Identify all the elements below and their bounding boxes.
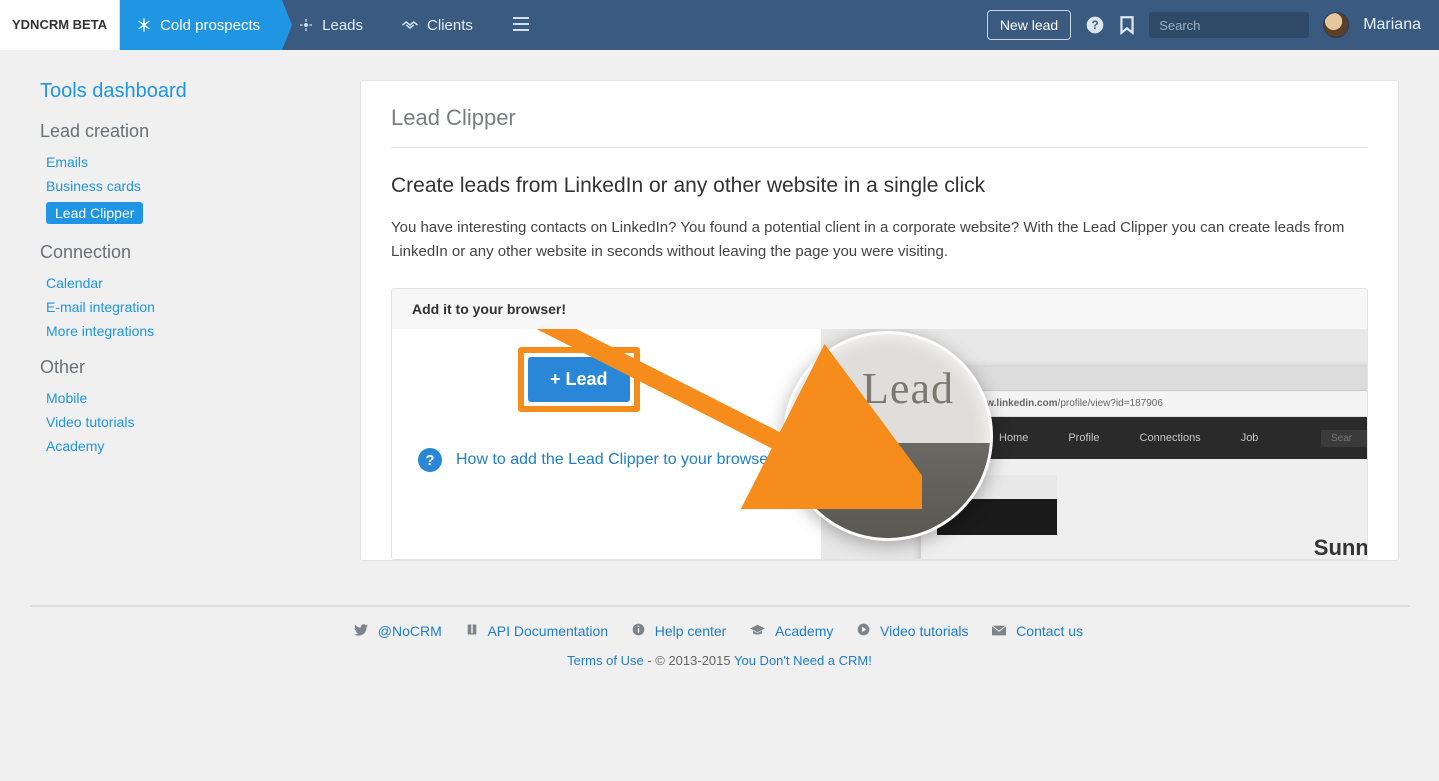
panel-body: + Lead ? How to add the Lead Clipper to …: [392, 329, 1367, 559]
li-profile-name: Sunny: [1314, 535, 1367, 559]
topnav-right: New lead ? Mariana: [987, 10, 1439, 40]
help-icon[interactable]: ?: [1085, 15, 1105, 35]
tab-label: Leads: [322, 17, 363, 34]
svg-text:?: ?: [1092, 19, 1099, 32]
sidebar-item-email-integration[interactable]: E-mail integration: [46, 299, 155, 315]
info-icon: [632, 623, 649, 639]
tab-cold-prospects[interactable]: Cold prospects: [120, 0, 282, 50]
play-icon: [857, 623, 874, 639]
li-nav-item: Home: [999, 432, 1028, 444]
question-icon: ?: [418, 448, 442, 472]
footer-academy[interactable]: Academy: [775, 623, 833, 639]
side-section-other: Other: [40, 357, 330, 378]
arrow-icon: [392, 329, 492, 409]
sidebar-item-business-cards[interactable]: Business cards: [46, 178, 141, 194]
search-input[interactable]: [1149, 12, 1309, 38]
tab-label: Cold prospects: [160, 17, 260, 34]
footer-api-doc[interactable]: API Documentation: [487, 623, 608, 639]
li-search: [1321, 430, 1367, 447]
panel-right: 🔒 https www.linkedin.com/profile/view?id…: [821, 329, 1367, 559]
footer-contact[interactable]: Contact us: [1016, 623, 1083, 639]
terms-link[interactable]: Terms of Use: [567, 653, 644, 668]
lead-bookmarklet-button[interactable]: + Lead: [528, 357, 630, 402]
main: Lead Clipper Create leads from LinkedIn …: [360, 80, 1399, 561]
nav-tabs: Cold prospects Leads Clients: [120, 0, 495, 50]
side-section-lead-creation: Lead creation: [40, 121, 330, 142]
sidebar-item-video-tutorials[interactable]: Video tutorials: [46, 414, 134, 430]
book-icon: [466, 623, 482, 639]
li-nav-item: Profile: [1068, 432, 1099, 444]
target-icon: [298, 17, 314, 33]
headline: Create leads from LinkedIn or any other …: [391, 174, 1368, 198]
tab-label: Clients: [427, 17, 473, 34]
snowflake-icon: [136, 17, 152, 33]
description: You have interesting contacts on LinkedI…: [391, 216, 1368, 264]
side-list: Emails Business cards Lead Clipper: [46, 150, 330, 228]
footer-nocrm[interactable]: @NoCRM: [378, 623, 442, 639]
magnifier-illustration: Lead: [783, 331, 993, 541]
tab-clients[interactable]: Clients: [385, 0, 495, 50]
bookmarklet-frame: + Lead: [518, 347, 640, 412]
footer-video[interactable]: Video tutorials: [880, 623, 968, 639]
panel-title: Add it to your browser!: [392, 289, 1367, 329]
footer-helpcenter[interactable]: Help center: [655, 623, 727, 639]
mail-icon: [992, 623, 1010, 639]
twitter-icon: [354, 623, 372, 639]
faux-url-path: /profile/view?id=187906: [1058, 398, 1163, 409]
li-nav-item: Connections: [1140, 432, 1201, 444]
new-lead-button[interactable]: New lead: [987, 10, 1071, 40]
panel-left: + Lead ? How to add the Lead Clipper to …: [392, 329, 821, 559]
cap-icon: [750, 623, 769, 639]
how-to-link[interactable]: How to add the Lead Clipper to your brow…: [456, 448, 782, 472]
li-nav-item: Job: [1241, 432, 1259, 444]
tab-leads[interactable]: Leads: [282, 0, 385, 50]
username[interactable]: Mariana: [1363, 16, 1421, 34]
browser-panel: Add it to your browser!: [391, 288, 1368, 560]
avatar[interactable]: [1323, 12, 1349, 38]
lead-clipper-card: Lead Clipper Create leads from LinkedIn …: [360, 80, 1399, 561]
page: Tools dashboard Lead creation Emails Bus…: [0, 50, 1439, 561]
sidebar-item-calendar[interactable]: Calendar: [46, 275, 103, 291]
tools-dashboard-link[interactable]: Tools dashboard: [40, 80, 330, 103]
magnifier-text: Lead: [862, 363, 954, 414]
page-title: Lead Clipper: [391, 105, 1368, 148]
sidebar-item-academy[interactable]: Academy: [46, 438, 104, 454]
sidebar-item-mobile[interactable]: Mobile: [46, 390, 87, 406]
sidebar-item-emails[interactable]: Emails: [46, 154, 88, 170]
copyright: - © 2013-2015: [644, 653, 734, 668]
top-nav: YDNCRM BETA Cold prospects Leads Clients…: [0, 0, 1439, 50]
sidebar-item-more-integrations[interactable]: More integrations: [46, 323, 154, 339]
side-list: Mobile Video tutorials Academy: [46, 386, 330, 458]
side-list: Calendar E-mail integration More integra…: [46, 271, 330, 343]
sidebar: Tools dashboard Lead creation Emails Bus…: [40, 80, 360, 561]
brand[interactable]: YDNCRM BETA: [0, 0, 120, 50]
bookmark-icon[interactable]: [1119, 15, 1135, 35]
side-section-connection: Connection: [40, 242, 330, 263]
sidebar-item-lead-clipper[interactable]: Lead Clipper: [46, 202, 143, 224]
footer: @NoCRM API Documentation Help center Aca…: [30, 605, 1410, 684]
ydncrm-link[interactable]: You Don't Need a CRM!: [734, 653, 872, 668]
handshake-icon: [401, 18, 419, 32]
